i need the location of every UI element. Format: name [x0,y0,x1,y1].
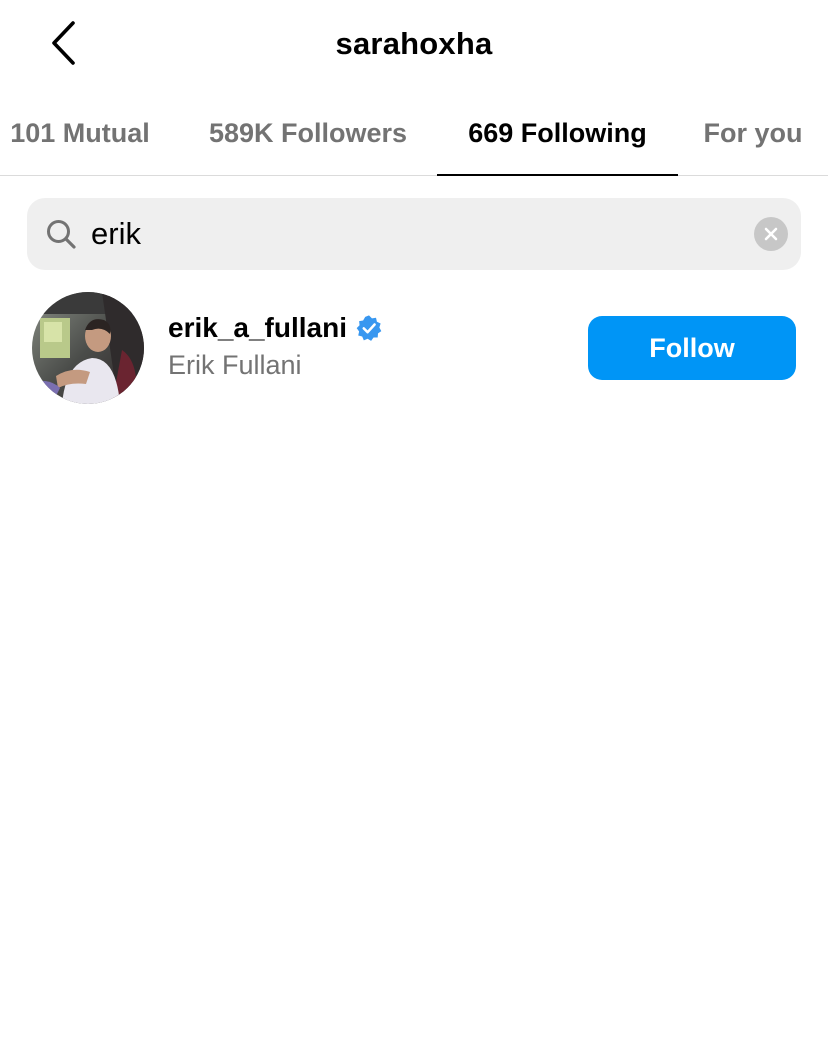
search-input[interactable] [91,210,731,258]
tab-for-you[interactable]: For you [690,92,816,175]
tab-mutual[interactable]: 101 Mutual [0,92,170,175]
tab-following[interactable]: 669 Following [437,92,678,176]
username-link[interactable]: erik_a_fullani [168,312,383,344]
search-icon [47,220,76,249]
top-bar: sarahoxha [0,0,828,90]
clear-search-button[interactable] [754,217,788,251]
profile-photo [32,292,144,404]
tab-followers[interactable]: 589K Followers [178,92,438,175]
username: erik_a_fullani [168,312,347,343]
tab-bar: 101 Mutual 589K Followers 669 Following … [0,92,828,176]
follow-button[interactable]: Follow [588,316,796,380]
clear-icon [764,227,778,241]
verified-badge-icon [356,315,382,341]
full-name: Erik Fullani [168,350,302,380]
avatar[interactable] [32,292,144,404]
page-title: sarahoxha [335,26,493,61]
list-item[interactable]: erik_a_fullani Erik Fullani Follow [0,288,828,412]
search-bar[interactable] [27,198,801,270]
